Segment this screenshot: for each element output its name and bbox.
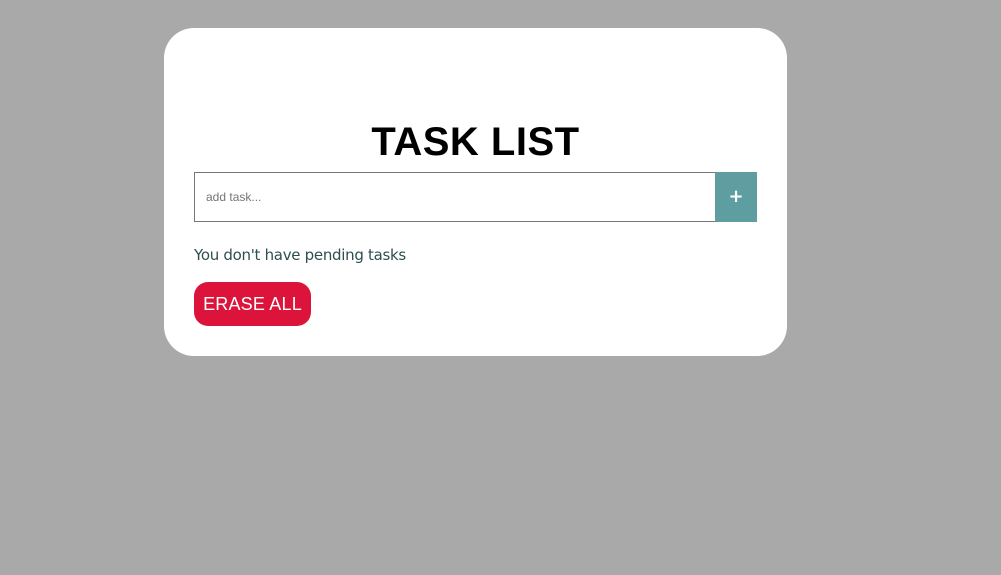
task-list-card: TASK LIST + You don't have pending tasks… (164, 28, 787, 356)
plus-icon: + (728, 186, 744, 207)
empty-tasks-message: You don't have pending tasks (194, 246, 406, 264)
add-task-button[interactable]: + (715, 172, 757, 222)
erase-all-button[interactable]: ERASE ALL (194, 282, 311, 326)
task-input[interactable] (194, 172, 715, 222)
page-title: TASK LIST (371, 120, 580, 164)
add-task-form: + (194, 172, 757, 222)
